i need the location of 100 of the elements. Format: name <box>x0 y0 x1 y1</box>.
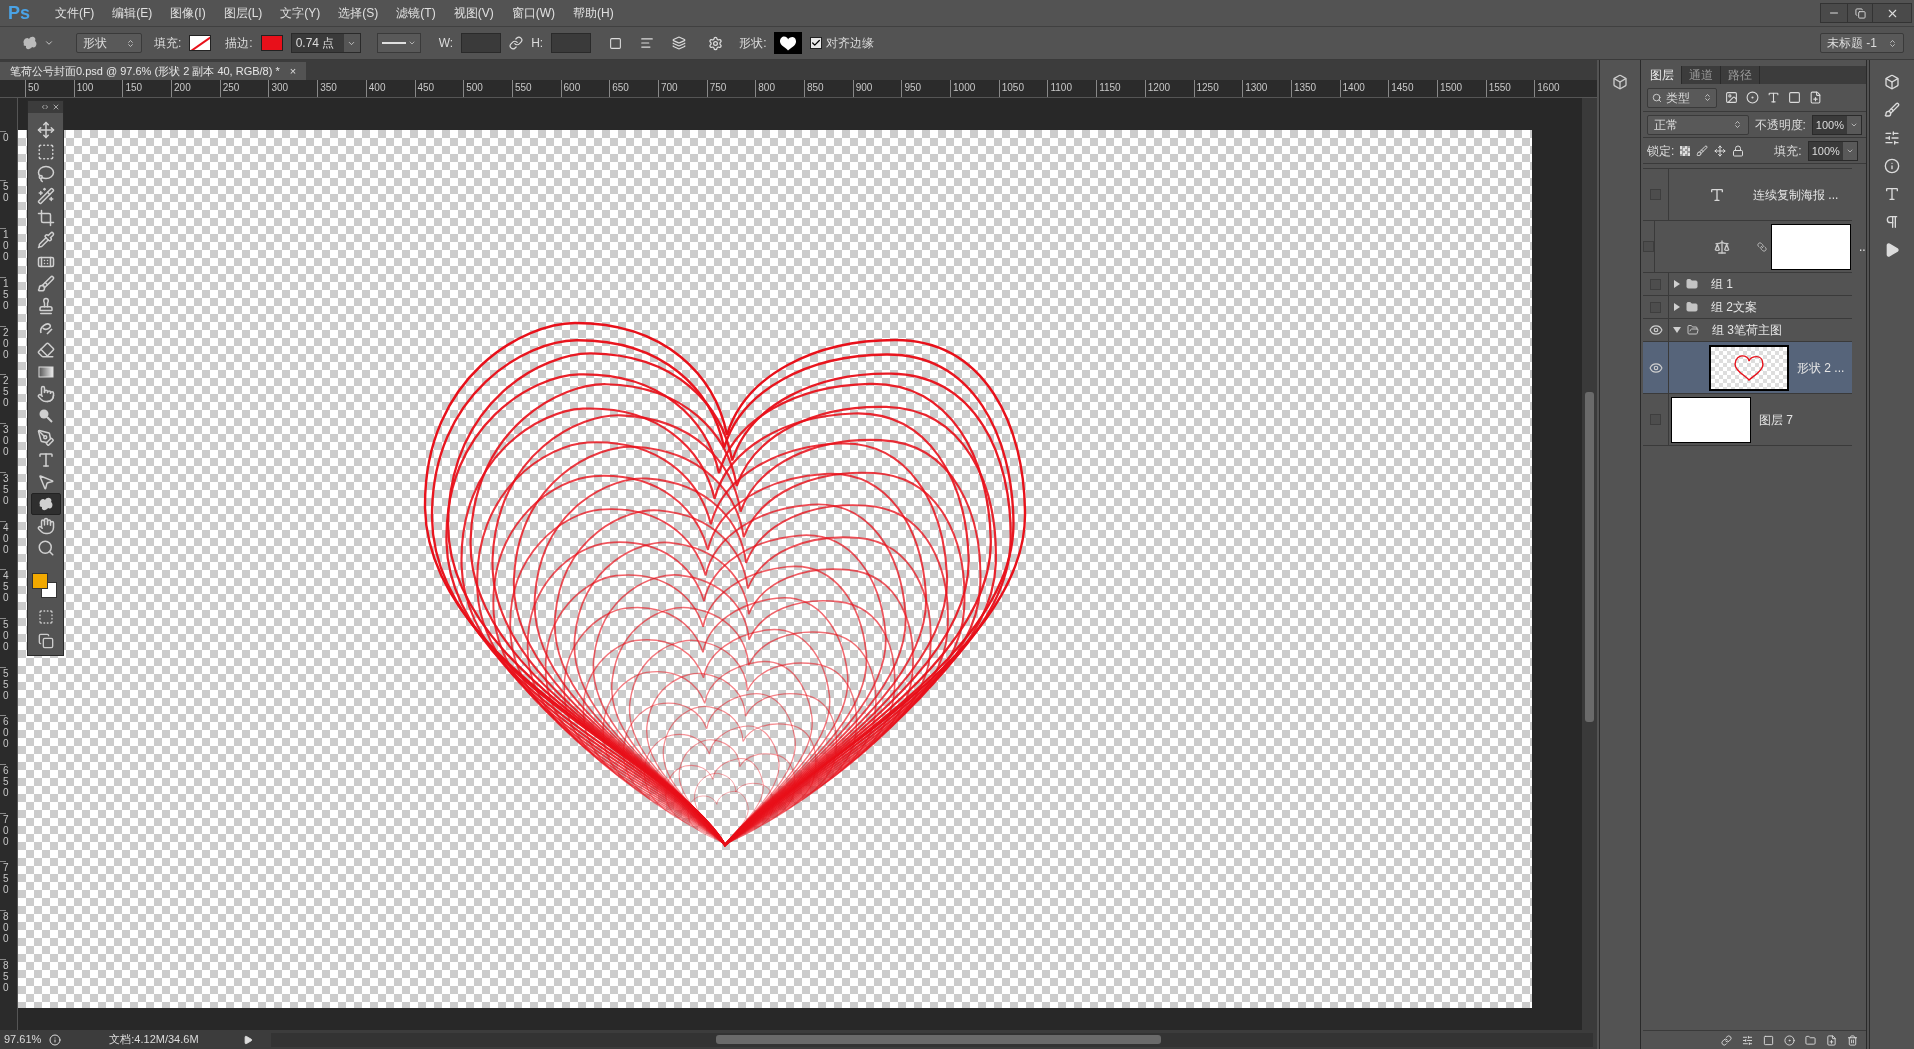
document-tab[interactable]: 笔荷公号封面0.psd @ 97.6% (形状 2 副本 40, RGB/8) * × <box>0 62 307 80</box>
trash-icon[interactable] <box>1847 1034 1858 1046</box>
stroke-width-field[interactable]: 0.74 点 <box>290 33 361 53</box>
layer-name: 组 2文案 <box>1711 299 1757 316</box>
collapse-icon[interactable] <box>41 103 49 111</box>
link-icon[interactable] <box>509 36 524 50</box>
menu-item[interactable]: 窗口(W) <box>502 4 564 22</box>
play-icon[interactable] <box>1884 242 1900 258</box>
type-icon[interactable] <box>1767 91 1780 104</box>
eye-icon[interactable] <box>1648 360 1663 375</box>
lock-icon[interactable] <box>1732 144 1745 157</box>
filter-select[interactable]: 类型 <box>1647 87 1717 108</box>
scrollbar-thumb[interactable] <box>715 1035 1161 1044</box>
menu-item[interactable]: 文字(Y) <box>271 4 330 22</box>
panel-tab[interactable]: 图层 <box>1643 66 1682 84</box>
sliders-icon[interactable] <box>1884 130 1900 146</box>
menu-item[interactable]: 图层(L) <box>214 4 272 22</box>
image-icon[interactable] <box>1725 91 1738 104</box>
expand-arrow-icon[interactable] <box>1673 327 1681 333</box>
ruler-label: 850 <box>804 80 853 97</box>
lock-label: 锁定: <box>1647 142 1675 160</box>
vertical-scrollbar[interactable] <box>1582 98 1597 1030</box>
layer-row[interactable]: 组 1 <box>1643 273 1852 296</box>
layer-row[interactable]: 连续复制海报 ... <box>1643 169 1852 221</box>
layer-row[interactable]: 图层 7 <box>1643 394 1852 446</box>
layer-row[interactable]: 组 2文案 <box>1643 296 1852 319</box>
align-icon[interactable] <box>640 36 655 50</box>
info-icon[interactable] <box>49 1033 62 1046</box>
zoom-level: 97.61% <box>4 1032 42 1048</box>
paragraph-icon[interactable] <box>1884 214 1900 230</box>
fill-swatch[interactable] <box>189 35 212 51</box>
stroke-swatch[interactable] <box>260 35 283 51</box>
stepper-icon <box>1888 38 1897 48</box>
folder-icon[interactable] <box>1805 1034 1816 1046</box>
menu-item[interactable]: 滤镜(T) <box>387 4 445 22</box>
heart-icon <box>1734 354 1764 381</box>
tab-close-button[interactable]: × <box>289 62 297 80</box>
character-icon[interactable] <box>1884 186 1900 202</box>
screen-mode-icon[interactable] <box>37 633 54 649</box>
cube-icon[interactable] <box>1884 74 1900 90</box>
link-icon[interactable] <box>1721 1034 1732 1046</box>
menu-item[interactable]: 图像(I) <box>161 4 215 22</box>
quick-mask-icon[interactable] <box>37 609 54 625</box>
stroke-style-select[interactable] <box>376 33 421 53</box>
folder-icon <box>1686 324 1700 336</box>
ruler-label: 800 <box>0 910 6 959</box>
width-field[interactable] <box>461 33 502 53</box>
new-layer-icon[interactable] <box>1826 1034 1837 1046</box>
menu-item[interactable]: 选择(S) <box>329 4 388 22</box>
opacity-field[interactable]: 100% <box>1811 114 1862 135</box>
ruler-label: 250 <box>0 374 6 424</box>
zoom-icon <box>36 539 55 557</box>
visibility-toggle[interactable] <box>1643 241 1654 252</box>
ruler-label: 50 <box>0 179 6 229</box>
align-edges-checkbox[interactable]: 对齐边缘 <box>810 34 875 52</box>
smart-object-icon[interactable] <box>1809 91 1822 104</box>
scrollbar-thumb[interactable] <box>1585 392 1594 722</box>
move-icon[interactable] <box>1714 144 1727 157</box>
menu-item[interactable]: 视图(V) <box>444 4 503 22</box>
effects-icon[interactable] <box>1742 1034 1753 1046</box>
layer-row[interactable]: 形状 2 ... <box>1643 342 1852 394</box>
fill-field[interactable]: 100% <box>1807 140 1858 161</box>
close-icon[interactable] <box>52 103 60 111</box>
menu-item[interactable]: 帮助(H) <box>564 4 623 22</box>
menu-item[interactable]: 文件(F) <box>46 4 104 22</box>
folder-icon <box>1685 278 1699 290</box>
ruler-label: 1600 <box>1534 80 1583 97</box>
ruler-label: 300 <box>0 423 6 472</box>
info-icon[interactable] <box>1884 158 1900 174</box>
horizontal-scrollbar[interactable] <box>270 1032 1593 1047</box>
shape-icon[interactable] <box>1788 91 1801 104</box>
mode-select[interactable]: 形状 <box>76 33 142 53</box>
workspace-select[interactable]: 未标题 -1 <box>1820 33 1904 53</box>
brush-icon[interactable] <box>1884 102 1900 118</box>
expand-arrow-icon[interactable] <box>1674 280 1680 288</box>
ruler-label: 600 <box>560 80 610 97</box>
caret-icon <box>407 39 416 47</box>
settings-icon[interactable] <box>708 35 724 51</box>
layer-row[interactable]: 组 3笔荷主图 <box>1643 319 1852 342</box>
play-icon[interactable] <box>242 1034 253 1045</box>
eye-icon[interactable] <box>1648 323 1663 337</box>
height-field[interactable] <box>551 33 592 53</box>
brush-icon[interactable] <box>1696 144 1709 157</box>
lock-transparency-icon[interactable] <box>1680 145 1691 156</box>
foreground-color-swatch[interactable] <box>31 573 48 589</box>
blend-mode-select[interactable]: 正常 <box>1647 114 1749 135</box>
arrange-icon[interactable] <box>672 36 687 50</box>
mask-icon[interactable] <box>1763 1034 1774 1046</box>
expand-arrow-icon[interactable] <box>1674 303 1680 311</box>
ruler-label: 750 <box>0 861 6 910</box>
link-icon <box>1756 241 1768 252</box>
ruler-label: 1500 <box>1436 80 1486 97</box>
ruler-label: 250 <box>219 80 269 97</box>
tool-button[interactable] <box>30 493 61 515</box>
ruler-label: 1050 <box>998 80 1048 97</box>
menu-item[interactable]: 编辑(E) <box>103 4 162 22</box>
panel-tab[interactable]: 路径 <box>1721 66 1760 84</box>
shape-picker[interactable] <box>774 32 803 54</box>
panel-tab[interactable]: 通道 <box>1682 66 1721 84</box>
restore-button[interactable] <box>1847 4 1873 22</box>
